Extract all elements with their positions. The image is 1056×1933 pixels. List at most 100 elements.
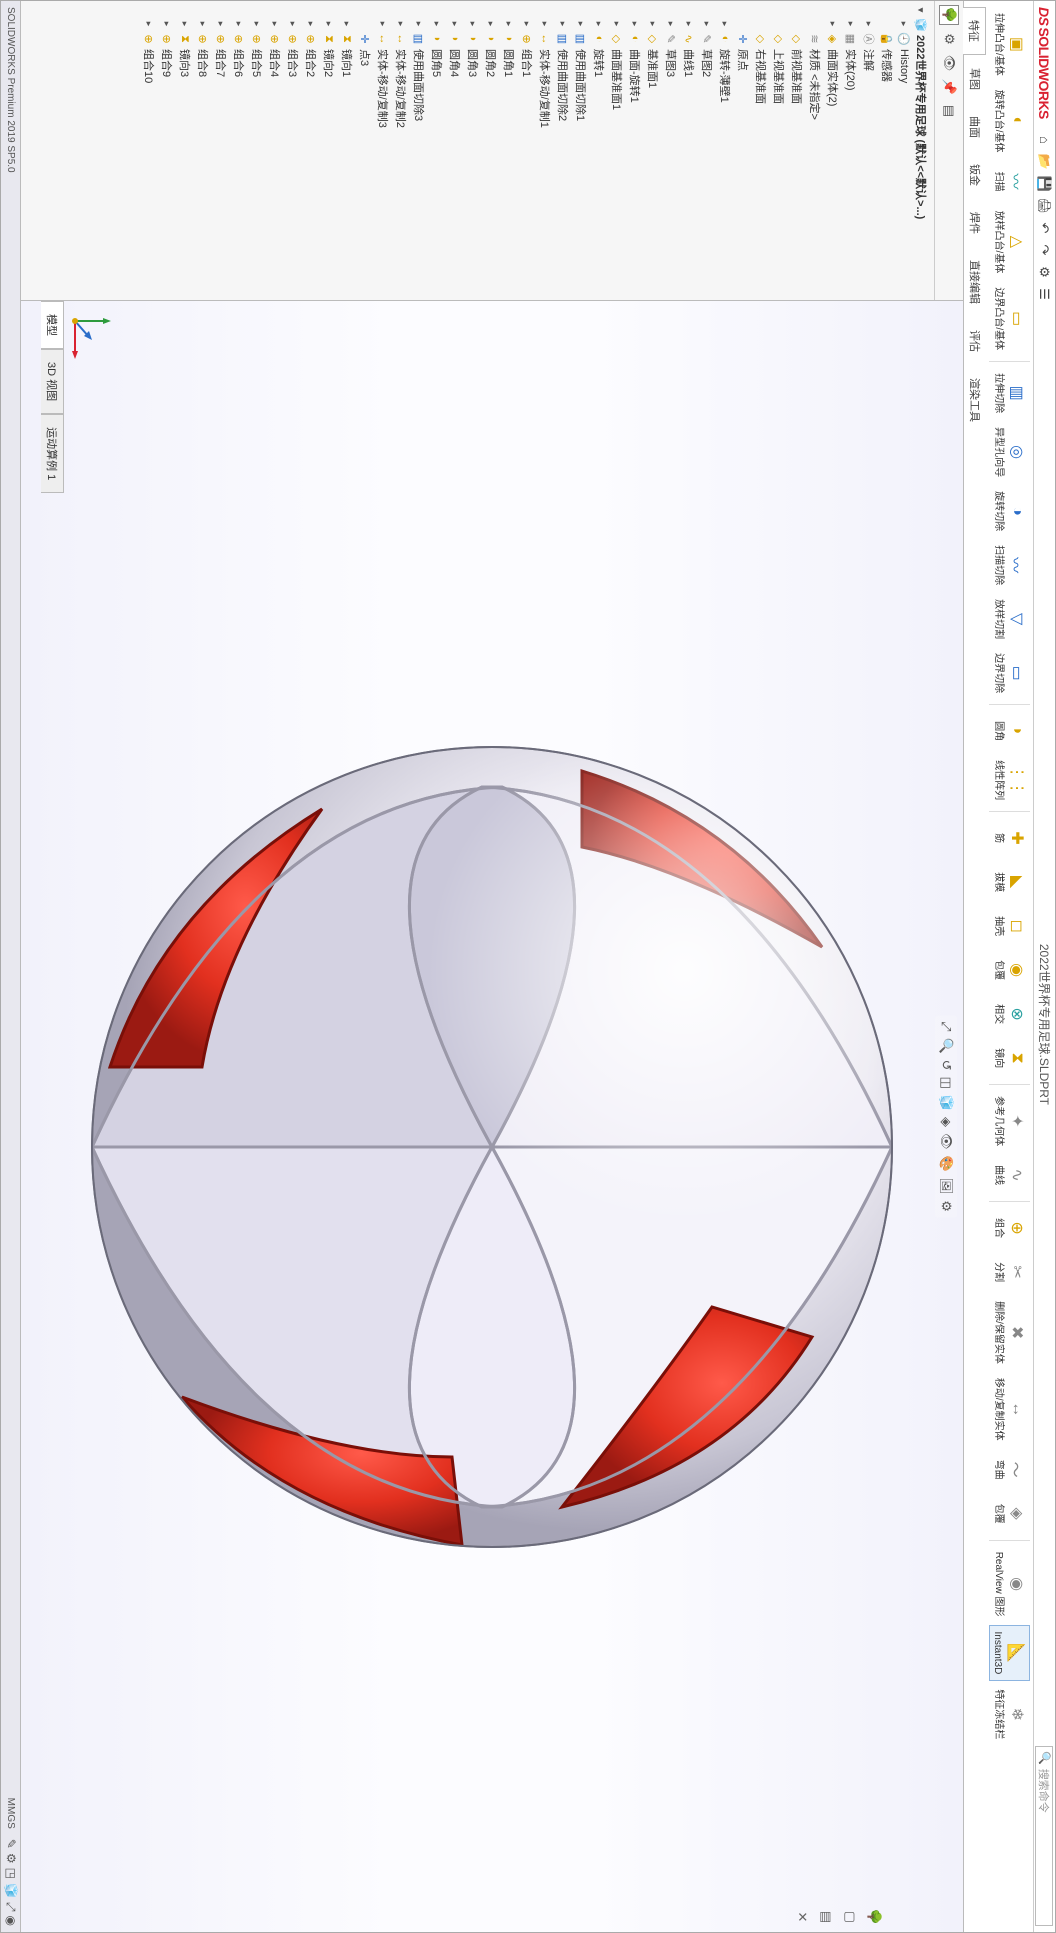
ref-geom-button[interactable]: ✦参考几何体: [991, 1090, 1030, 1152]
open-icon[interactable]: 📂: [1036, 153, 1054, 171]
tree-item[interactable]: ▸✎草图3: [662, 1, 680, 300]
expand-toggle-icon[interactable]: ▸: [558, 19, 568, 29]
expand-toggle-icon[interactable]: ▸: [270, 19, 280, 29]
tree-item[interactable]: ▸◇曲面基准面1: [608, 1, 626, 300]
tree-item[interactable]: ▸◗圆角1: [500, 1, 518, 300]
ribbon-tab[interactable]: 特征: [963, 7, 986, 55]
tree-item[interactable]: ▸◗圆角3: [464, 1, 482, 300]
tree-item[interactable]: ▸◈曲面实体(2): [824, 1, 842, 300]
tree-item[interactable]: ▸⊕组合2: [302, 1, 320, 300]
hide-show-icon[interactable]: 👁: [938, 1133, 954, 1150]
close-icon[interactable]: ✕: [793, 1908, 811, 1926]
tree-item[interactable]: ▸▦实体(20): [842, 1, 860, 300]
intersect-button[interactable]: ⊗相交: [991, 993, 1030, 1035]
cut-extrude-button[interactable]: ▥拉伸切除: [991, 367, 1030, 419]
expand-toggle-icon[interactable]: [792, 19, 802, 29]
convert-button[interactable]: ◈包覆: [991, 1493, 1030, 1535]
ribbon-tab[interactable]: 焊件: [964, 199, 987, 247]
tree-item[interactable]: ▸⊕组合1: [518, 1, 536, 300]
status-icon[interactable]: 🧊: [3, 1883, 18, 1898]
expand-toggle-icon[interactable]: ▸: [684, 19, 694, 29]
model-tab[interactable]: 模型: [41, 301, 64, 349]
revolve-boss-button[interactable]: ◐旋转凸台/基体: [991, 84, 1030, 159]
expand-toggle-icon[interactable]: [882, 19, 892, 29]
pattern-button[interactable]: ⋮⋮线性阵列: [991, 754, 1030, 806]
status-icon[interactable]: ✎: [3, 1839, 18, 1849]
expand-toggle-icon[interactable]: [360, 19, 370, 29]
tree-item[interactable]: ▸⊕组合4: [266, 1, 284, 300]
expand-toggle-icon[interactable]: ▸: [702, 19, 712, 29]
tree-item[interactable]: ▸🕘History: [896, 1, 912, 300]
expand-toggle-icon[interactable]: ▸: [720, 19, 730, 29]
tree-item[interactable]: ▸◗圆角2: [482, 1, 500, 300]
tree-item[interactable]: ▸◐旋转-薄壁1: [716, 1, 734, 300]
settings-icon[interactable]: ⚙: [1036, 263, 1054, 281]
tree-item[interactable]: ▸↔实体-移动/复制3: [374, 1, 392, 300]
tree-item[interactable]: ▸⊕组合9: [158, 1, 176, 300]
expand-toggle-icon[interactable]: ▸: [828, 19, 838, 29]
expand-toggle-icon[interactable]: ▸: [630, 19, 640, 29]
tree-item[interactable]: ▸↔实体-移动/复制2: [392, 1, 410, 300]
expand-toggle-icon[interactable]: ▸: [846, 19, 856, 29]
expand-toggle-icon[interactable]: ▾: [916, 5, 926, 15]
expand-toggle-icon[interactable]: ▸: [252, 19, 262, 29]
status-icon[interactable]: ⤢: [3, 1902, 18, 1912]
expand-toggle-icon[interactable]: ▸: [162, 19, 172, 29]
expand-toggle-icon[interactable]: ▸: [522, 19, 532, 29]
expand-toggle-icon[interactable]: ▸: [414, 19, 424, 29]
tree-item[interactable]: ▾🧊2022世界杯专用足球 (默认<<默认>...): [912, 1, 930, 300]
expand-toggle-icon[interactable]: ▸: [666, 19, 676, 29]
tree-item[interactable]: ▸Ⓐ注解: [860, 1, 878, 300]
tree-item[interactable]: ▸◇基准面1: [644, 1, 662, 300]
expand-toggle-icon[interactable]: ▸: [504, 19, 514, 29]
tree-item[interactable]: ▸▥使用曲面切除2: [554, 1, 572, 300]
expand-toggle-icon[interactable]: ▸: [324, 19, 334, 29]
expand-toggle-icon[interactable]: ▸: [396, 19, 406, 29]
tree-item[interactable]: ✛点3: [356, 1, 374, 300]
flex-button[interactable]: 〜弯曲: [991, 1449, 1030, 1491]
scene-icon[interactable]: 🖼: [938, 1178, 954, 1195]
expand-toggle-icon[interactable]: ▸: [594, 19, 604, 29]
expand-toggle-icon[interactable]: [756, 19, 766, 29]
tree-item[interactable]: ▸◐旋转1: [590, 1, 608, 300]
status-icon[interactable]: ⚙: [3, 1853, 18, 1864]
pin-icon[interactable]: 📌: [939, 77, 959, 97]
tree-item[interactable]: 🔒传感器: [878, 1, 896, 300]
zoom-area-icon[interactable]: 🔍: [938, 1037, 954, 1053]
cut-sweep-button[interactable]: 〰扫描切除: [991, 539, 1030, 591]
expand-toggle-icon[interactable]: ▸: [864, 19, 874, 29]
status-icon[interactable]: ◉: [3, 1916, 18, 1926]
expand-toggle-icon[interactable]: ▸: [486, 19, 496, 29]
cut-loft-button[interactable]: ▽放样切割: [991, 593, 1030, 645]
tree-item[interactable]: ▸⧗镜向1: [338, 1, 356, 300]
undo-icon[interactable]: ↶: [1036, 219, 1054, 237]
wrap-button[interactable]: ◉包覆: [991, 949, 1030, 991]
fillet-button[interactable]: ◗圆角: [991, 710, 1030, 752]
redo-icon[interactable]: ↷: [1036, 241, 1054, 259]
model-tab[interactable]: 运动算例 1: [41, 414, 64, 493]
graphics-viewport[interactable]: ⤢🔍↺◫🧊◈👁🎨🖼⚙ 🌳▢▤✕: [21, 301, 963, 1932]
tree-item[interactable]: ▸∿曲线1: [680, 1, 698, 300]
shell-button[interactable]: ◻抽壳: [991, 905, 1030, 947]
model-tab[interactable]: 3D 视图: [41, 349, 64, 414]
expand-toggle-icon[interactable]: ▸: [378, 19, 388, 29]
print-icon[interactable]: 🖨: [1036, 197, 1054, 215]
tree-item[interactable]: ▸▥使用曲面切除1: [572, 1, 590, 300]
tree-item[interactable]: ▸◗圆角5: [428, 1, 446, 300]
tree-item[interactable]: ▸⊕组合8: [194, 1, 212, 300]
expand-toggle-icon[interactable]: ▸: [234, 19, 244, 29]
expand-toggle-icon[interactable]: ▸: [648, 19, 658, 29]
expand-toggle-icon[interactable]: ▸: [180, 19, 190, 29]
appearance-icon[interactable]: 🎨: [938, 1156, 954, 1172]
realview-button[interactable]: ◉RealView 图形: [991, 1546, 1030, 1623]
save-icon[interactable]: 💾: [1036, 175, 1054, 193]
expand-icon[interactable]: ▤: [817, 1908, 835, 1926]
expand-icon[interactable]: ▤: [939, 101, 959, 121]
move-body-button[interactable]: ↔移动/复制实体: [991, 1372, 1030, 1447]
feature-tree[interactable]: ▾🧊2022世界杯专用足球 (默认<<默认>...)▸🕘History 🔒传感器…: [21, 1, 934, 300]
expand-toggle-icon[interactable]: ▸: [540, 19, 550, 29]
expand-toggle-icon[interactable]: [774, 19, 784, 29]
tree-item[interactable]: ▸▥使用曲面切除3: [410, 1, 428, 300]
tree-item[interactable]: ▸✎草图2: [698, 1, 716, 300]
expand-toggle-icon[interactable]: ▸: [432, 19, 442, 29]
